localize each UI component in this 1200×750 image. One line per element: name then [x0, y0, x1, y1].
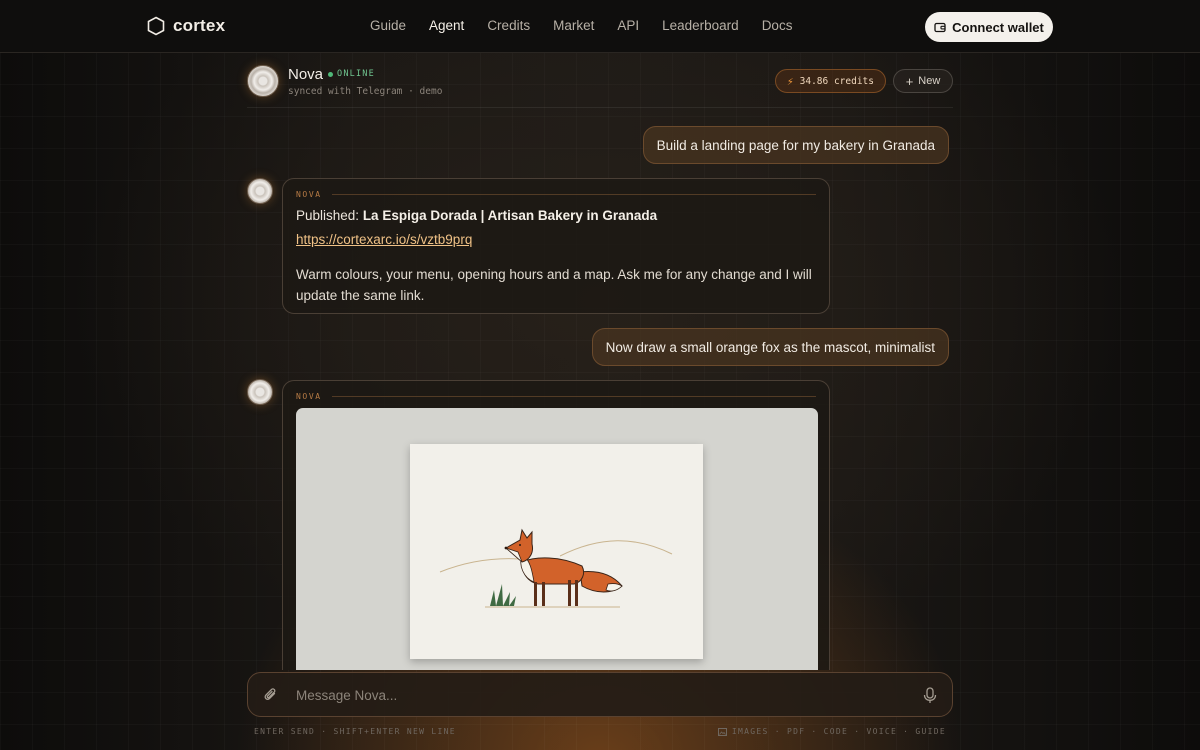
user-message: Build a landing page for my bakery in Gr…: [642, 126, 949, 164]
nav-market[interactable]: Market: [553, 18, 594, 33]
agent-header: Nova ONLINE synced with Telegram · demo …: [247, 62, 953, 108]
paperclip-icon[interactable]: [263, 687, 279, 703]
connect-wallet-button[interactable]: Connect wallet: [925, 12, 1053, 42]
user-message-text: Build a landing page for my bakery in Gr…: [656, 137, 935, 153]
user-message: Now draw a small orange fox as the masco…: [591, 328, 949, 366]
microphone-icon[interactable]: [923, 687, 937, 704]
nav-api[interactable]: API: [617, 18, 639, 33]
assistant-label: NOVA: [296, 190, 816, 199]
published-title: La Espiga Dorada | Artisan Bakery in Gra…: [362, 208, 658, 223]
user-message-text: Now draw a small orange fox as the masco…: [605, 339, 935, 355]
status-label: ONLINE: [337, 69, 375, 79]
message-composer: [247, 672, 953, 717]
credits-badge[interactable]: ⚡ 34.86 credits: [775, 69, 886, 93]
capabilities-text: IMAGES · PDF · CODE · VOICE · GUIDE: [731, 727, 946, 736]
assistant-message: NOVA Published: La Espiga Dorada | Artis…: [282, 178, 830, 314]
hexagon-logo-icon: [147, 16, 165, 36]
published-line: Published: La Espiga Dorada | Artisan Ba…: [296, 208, 657, 223]
capabilities-hint: IMAGES · PDF · CODE · VOICE · GUIDE: [717, 727, 946, 736]
label-divider: [331, 396, 816, 397]
fox-illustration: [439, 528, 673, 608]
agent-subtitle: synced with Telegram · demo: [288, 86, 443, 97]
generated-image[interactable]: [296, 408, 818, 670]
assistant-avatar: [247, 178, 273, 204]
logo-text: cortex: [173, 16, 226, 35]
status-badge: ONLINE: [328, 69, 375, 79]
main-nav: Guide Agent Credits Market API Leaderboa…: [370, 18, 815, 33]
assistant-image-message: NOVA: [282, 380, 830, 670]
credits-label: 34.86 credits: [799, 75, 874, 87]
label-divider: [331, 194, 816, 195]
online-dot-icon: [328, 71, 333, 77]
assistant-label-text: NOVA: [296, 392, 322, 401]
plus-icon: +: [905, 73, 914, 89]
nav-credits[interactable]: Credits: [487, 18, 530, 33]
wallet-icon: [934, 22, 946, 32]
nav-leaderboard[interactable]: Leaderboard: [662, 18, 739, 33]
assistant-avatar: [247, 379, 273, 405]
image-icon: [717, 727, 727, 736]
message-input[interactable]: [296, 683, 896, 707]
nav-agent[interactable]: Agent: [429, 18, 464, 33]
nav-docs[interactable]: Docs: [762, 18, 793, 33]
published-link[interactable]: https://cortexarc.io/s/vztb9prq: [296, 232, 472, 247]
published-description: Warm colours, your menu, opening hours a…: [296, 267, 812, 303]
keyboard-hint: ENTER SEND · SHIFT+ENTER NEW LINE: [254, 727, 456, 736]
assistant-label: NOVA: [296, 392, 816, 401]
agent-avatar: [247, 65, 279, 97]
lightning-icon: ⚡: [787, 74, 794, 88]
agent-name: Nova: [288, 66, 324, 83]
top-navbar: cortex Guide Agent Credits Market API Le…: [0, 0, 1200, 53]
nav-guide[interactable]: Guide: [370, 18, 406, 33]
connect-wallet-label: Connect wallet: [952, 19, 1044, 35]
assistant-label-text: NOVA: [296, 190, 322, 199]
logo[interactable]: cortex: [147, 16, 225, 36]
image-paper: [410, 444, 703, 659]
published-prefix: Published:: [296, 208, 360, 223]
new-chat-label: New: [918, 75, 941, 87]
new-chat-button[interactable]: + New: [893, 69, 953, 93]
